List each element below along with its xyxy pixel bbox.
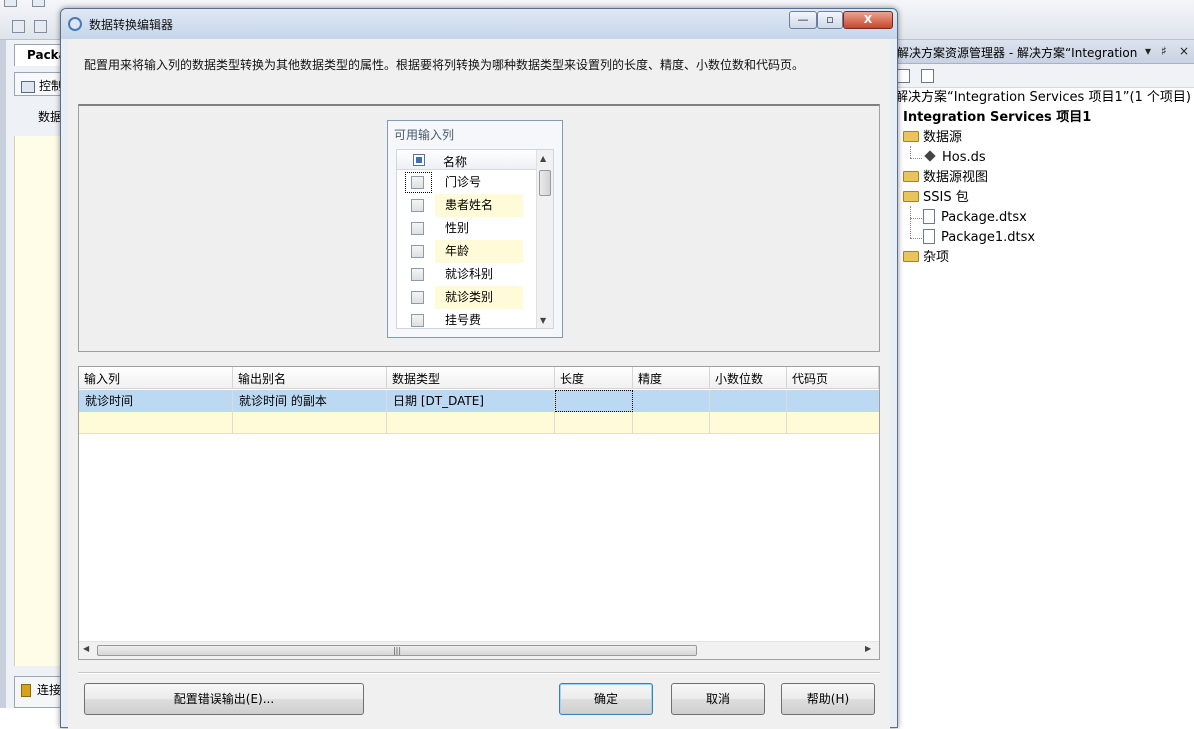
col-header-alias[interactable]: 输出别名 [233, 367, 387, 389]
folder-icon [903, 131, 919, 142]
available-inputs-header: 名称 [397, 150, 537, 170]
scroll-thumb[interactable] [539, 170, 551, 196]
data-flow-label: 数据流 [38, 110, 62, 124]
list-item[interactable]: 性别 [397, 217, 537, 240]
datasource-icon [923, 149, 937, 163]
scroll-thumb[interactable]: ||| [97, 645, 697, 656]
solution-explorer-title: 解决方案资源管理器 - 解决方案“Integration Services 项目… [897, 46, 1139, 60]
properties-icon[interactable] [897, 69, 910, 83]
data-conversion-icon [68, 17, 82, 31]
tree-package-dtsx[interactable]: Package.dtsx [923, 208, 1027, 228]
scroll-left-icon[interactable]: ◀ [83, 644, 89, 653]
folder-icon [903, 171, 919, 182]
data-conversion-dialog: 数据转换编辑器 — ▫ X 配置用来将输入列的数据类型转换为其他数据类型的属性。… [60, 8, 898, 729]
tree-datasources[interactable]: 数据源 [903, 128, 962, 148]
folder-icon [903, 191, 919, 202]
divider [78, 672, 880, 674]
focus-rectangle [555, 390, 633, 412]
list-item[interactable]: 患者姓名 [397, 194, 537, 217]
outdent-icon[interactable] [34, 20, 47, 33]
grid-horizontal-scrollbar[interactable]: ◀ ||| ▶ [79, 641, 879, 659]
dropdown-icon[interactable]: ▾ [1145, 44, 1151, 58]
tree-hos-ds[interactable]: Hos.ds [923, 148, 986, 168]
scroll-down-icon[interactable]: ▼ [540, 316, 546, 325]
col-header-codepage[interactable]: 代码页 [787, 367, 879, 389]
folder-icon [903, 251, 919, 262]
solution-tree: 解决方案“Integration Services 项目1”(1 个项目) In… [895, 88, 1194, 708]
new-row[interactable] [79, 412, 879, 434]
cell-scale[interactable] [710, 390, 787, 412]
plug-icon [21, 684, 31, 697]
list-item[interactable]: 年龄 [397, 240, 537, 263]
scroll-up-icon[interactable]: ▲ [540, 154, 546, 163]
col-header-datatype[interactable]: 数据类型 [387, 367, 555, 389]
column-checkbox[interactable] [411, 199, 424, 212]
cell-data-type[interactable]: 日期 [DT_DATE] [387, 390, 555, 412]
show-all-files-icon[interactable] [921, 69, 934, 83]
minimize-button[interactable]: — [789, 11, 817, 29]
cell-precision[interactable] [633, 390, 710, 412]
table-row[interactable]: 就诊时间 就诊时间 的副本 日期 [DT_DATE] [79, 390, 879, 412]
name-column-header: 名称 [443, 155, 468, 169]
scroll-right-icon[interactable]: ▶ [865, 644, 871, 653]
solution-explorer-toolbar [895, 64, 1194, 88]
cell-input-column[interactable]: 就诊时间 [79, 390, 233, 412]
input-columns-area: 可用输入列 名称 门诊号 患者姓名 性别 年龄 就诊科别 就诊类别 挂号费 ▲ [78, 104, 880, 352]
document-tab-package[interactable]: Package [14, 44, 64, 66]
tree-solution[interactable]: 解决方案“Integration Services 项目1”(1 个项目) [895, 88, 1191, 108]
tree-dsv[interactable]: 数据源视图 [903, 168, 988, 188]
tree-misc[interactable]: 杂项 [903, 248, 949, 268]
dialog-title: 数据转换编辑器 [89, 18, 174, 32]
column-checkbox[interactable] [411, 314, 424, 327]
indent-icon[interactable] [12, 20, 25, 33]
available-inputs-title: 可用输入列 [394, 128, 455, 142]
tree-project[interactable]: Integration Services 项目1 [903, 108, 1091, 128]
help-button[interactable]: 帮助(H) [781, 683, 875, 715]
col-header-length[interactable]: 长度 [555, 367, 633, 389]
control-flow-icon [21, 80, 35, 93]
column-checkbox[interactable] [411, 245, 424, 258]
dialog-titlebar[interactable]: 数据转换编辑器 — ▫ X [61, 9, 897, 39]
toolbar-icon[interactable] [32, 0, 45, 7]
available-input-columns-box: 可用输入列 名称 门诊号 患者姓名 性别 年龄 就诊科别 就诊类别 挂号费 ▲ [387, 120, 563, 338]
list-scrollbar[interactable]: ▲ ▼ [536, 150, 553, 328]
file-icon [923, 209, 935, 224]
configure-error-output-button[interactable]: 配置错误输出(E)... [84, 683, 364, 715]
column-checkbox[interactable] [411, 291, 424, 304]
col-header-scale[interactable]: 小数位数 [710, 367, 787, 389]
maximize-button[interactable]: ▫ [817, 11, 843, 29]
close-button[interactable]: X [843, 11, 893, 29]
dialog-description: 配置用来将输入列的数据类型转换为其他数据类型的属性。根据要将列转换为哪种数据类型… [84, 58, 805, 72]
ok-button[interactable]: 确定 [559, 683, 653, 715]
design-surface[interactable] [14, 136, 62, 666]
solution-explorer-header: 解决方案资源管理器 - 解决方案“Integration Services 项目… [895, 40, 1194, 64]
tree-package1-dtsx[interactable]: Package1.dtsx [923, 228, 1035, 248]
available-inputs-list: 名称 门诊号 患者姓名 性别 年龄 就诊科别 就诊类别 挂号费 ▲ ▼ [396, 149, 554, 329]
list-item[interactable]: 就诊科别 [397, 263, 537, 286]
list-item[interactable]: 门诊号 [397, 171, 537, 194]
tree-ssis[interactable]: SSIS 包 [903, 188, 969, 208]
column-checkbox[interactable] [411, 222, 424, 235]
toolbar-icon[interactable] [4, 0, 17, 7]
column-checkbox[interactable] [411, 268, 424, 281]
column-checkbox[interactable] [411, 176, 424, 189]
file-icon [923, 229, 935, 244]
conversion-grid: 输入列 输出别名 数据类型 长度 精度 小数位数 代码页 就诊时间 就诊时间 的… [78, 366, 880, 660]
dialog-body: 配置用来将输入列的数据类型转换为其他数据类型的属性。根据要将列转换为哪种数据类型… [68, 39, 890, 729]
pin-icon[interactable]: ♯ [1161, 44, 1167, 58]
cell-code-page[interactable] [787, 390, 879, 412]
list-item[interactable]: 挂号费 [397, 309, 537, 328]
close-icon[interactable]: × [1179, 44, 1189, 58]
control-flow-tab[interactable]: 控制流 [14, 72, 64, 96]
connection-manager-tab[interactable]: 连接管理器 [14, 676, 64, 708]
cell-output-alias[interactable]: 就诊时间 的副本 [233, 390, 387, 412]
cancel-button[interactable]: 取消 [671, 683, 765, 715]
col-header-precision[interactable]: 精度 [633, 367, 710, 389]
list-item[interactable]: 就诊类别 [397, 286, 537, 309]
col-header-input[interactable]: 输入列 [79, 367, 233, 389]
select-all-checkbox[interactable] [413, 154, 425, 166]
